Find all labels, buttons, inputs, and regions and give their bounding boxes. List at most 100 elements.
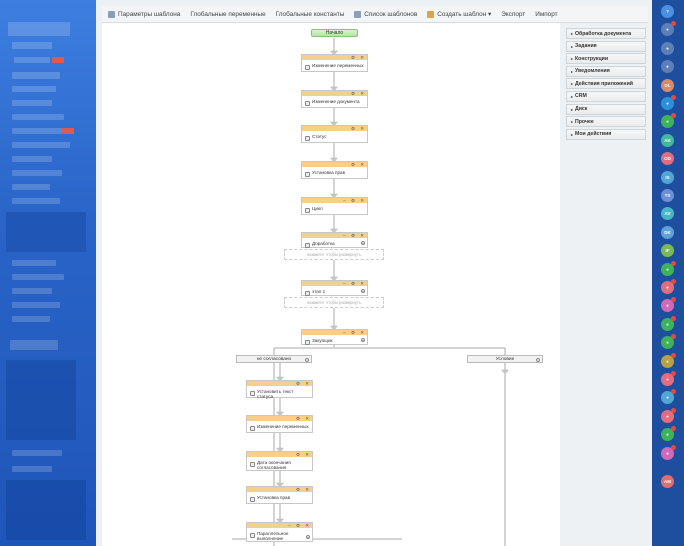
block-controls-icon[interactable]: ⚙ ✕ xyxy=(296,487,311,493)
start-node[interactable]: Начало xyxy=(311,29,358,37)
rail-avatar-10[interactable]: TS xyxy=(661,189,674,202)
block-controls-icon[interactable]: ⚙ ✕ xyxy=(351,91,366,97)
rail-avatar-18[interactable]: ● xyxy=(661,334,676,350)
toolbar-item-6[interactable]: Импорт xyxy=(535,11,557,18)
rail-avatar-1[interactable]: ● xyxy=(661,21,676,37)
workflow-block[interactable]: ⚙ ✕ Дата окончания согласования xyxy=(246,451,313,471)
workflow-block[interactable]: – ⚙ ✕ этап 1 + xyxy=(301,280,368,296)
workflow-block[interactable]: – ⚙ ✕ Доработка + xyxy=(301,232,368,248)
rail-avatar-23[interactable]: ● xyxy=(661,426,676,442)
condition-branch-1[interactable]: Условие xyxy=(467,355,543,363)
rail-avatar-21[interactable]: ● xyxy=(661,389,676,405)
rail-avatar-2[interactable]: ● xyxy=(661,41,674,55)
notification-badge xyxy=(671,426,676,432)
palette-group-7[interactable]: ▸ Прочее xyxy=(566,116,646,128)
rail-avatar-6[interactable]: ● xyxy=(661,113,676,129)
palette-group-4[interactable]: ▸ Действия приложений xyxy=(566,78,646,90)
activity-icon xyxy=(250,426,255,431)
rail-avatar-15[interactable]: ● xyxy=(661,279,676,294)
rail-avatar-0[interactable]: ? xyxy=(661,5,674,18)
rail-avatar-25[interactable]: AM xyxy=(661,475,674,488)
workflow-block[interactable]: ⚙ ✕ Изменение переменных xyxy=(301,54,368,72)
block-header: – ⚙ ✕ xyxy=(302,281,367,286)
toolbar-item-3[interactable]: Список шаблонов xyxy=(354,10,417,18)
block-controls-icon[interactable]: ⚙ ✕ xyxy=(351,126,366,132)
block-controls-icon[interactable]: – ⚙ ✕ xyxy=(343,330,366,336)
block-controls-icon[interactable]: ⚙ ✕ xyxy=(296,452,311,458)
block-controls-icon[interactable]: ⚙ ✕ xyxy=(351,55,366,61)
rail-avatar-8[interactable]: OD xyxy=(661,152,674,166)
rail-avatar-7[interactable]: AK xyxy=(661,133,674,147)
block-title: Доработка xyxy=(312,241,335,246)
toolbar-item-label: Экспорт xyxy=(501,10,526,18)
block-body: Установка прав xyxy=(302,167,367,179)
workflow-block[interactable]: ⚙ ✕ Установка прав xyxy=(246,486,313,504)
workflow-block[interactable]: ⚙ ✕ Установка прав xyxy=(301,161,368,179)
rail-avatar-20[interactable]: ● xyxy=(661,371,676,386)
notification-badge xyxy=(671,352,676,358)
rail-avatar-22[interactable]: ● xyxy=(661,407,676,423)
rail-avatar-16[interactable]: ● xyxy=(661,297,676,313)
block-controls-icon[interactable]: ⚙ ✕ xyxy=(296,416,311,422)
workflow-block[interactable]: ⚙ ✕ Изменение документа xyxy=(301,90,368,108)
toolbar-item-1[interactable]: Глобальные переменные xyxy=(190,11,265,18)
rail-avatar-4[interactable]: DL xyxy=(661,78,674,92)
expand-icon[interactable]: + xyxy=(306,535,310,539)
toolbar-item-0[interactable]: Параметры шаблона xyxy=(108,10,180,18)
palette-group-label: Прочее xyxy=(575,118,594,125)
expand-hint[interactable]: нажмите, чтобы развернуть xyxy=(284,297,384,308)
rail-avatar-24[interactable]: ● xyxy=(661,444,676,460)
toolbar-item-4[interactable]: Создать шаблон ▾ xyxy=(427,10,491,18)
palette-group-2[interactable]: ▸ Конструкции xyxy=(566,53,646,65)
palette-group-0[interactable]: ▸ Обработка документа xyxy=(566,28,646,39)
palette-group-5[interactable]: ▸ CRM xyxy=(566,90,646,102)
palette-group-1[interactable]: ▸ Задания xyxy=(566,40,646,52)
workflow-block[interactable]: ⚙ ✕ Статус xyxy=(301,125,368,143)
workflow-block[interactable]: – ⚙ ✕ Параллельное выполнение + xyxy=(246,522,313,542)
rail-avatar-19[interactable]: ● xyxy=(661,352,676,368)
expand-icon[interactable]: + xyxy=(361,338,365,342)
palette-group-label: Диск xyxy=(575,106,588,113)
block-controls-icon[interactable]: ⚙ ✕ xyxy=(296,381,311,387)
toolbar-item-5[interactable]: Экспорт xyxy=(501,11,525,18)
rail-avatar-17[interactable]: ● xyxy=(661,315,676,331)
workflow-block[interactable]: – ⚙ ✕ Закупщик + xyxy=(301,329,368,345)
condition-branch-0[interactable]: не согласовано xyxy=(236,355,312,363)
workflow-block[interactable]: ⚙ ✕ Установить текст статуса xyxy=(246,380,313,399)
block-controls-icon[interactable]: – ⚙ ✕ xyxy=(343,281,366,287)
workflow-block[interactable]: ⚙ ✕ Изменение переменных xyxy=(246,415,313,433)
block-title: Статус xyxy=(312,134,327,139)
rail-avatar-13[interactable]: IF xyxy=(661,244,674,258)
block-title: Дата окончания согласования xyxy=(257,460,291,470)
expand-icon[interactable]: + xyxy=(361,241,365,245)
block-controls-icon[interactable]: ⚙ ✕ xyxy=(351,162,366,168)
expand-icon[interactable]: + xyxy=(361,289,365,293)
rail-avatar-12[interactable]: DK xyxy=(661,225,674,239)
palette-group-label: Действия приложений xyxy=(575,80,633,87)
workflow-block[interactable]: – ⚙ ✕ Цикл xyxy=(301,197,368,215)
block-controls-icon[interactable]: – ⚙ ✕ xyxy=(343,233,366,239)
rail-avatar-9[interactable]: IS xyxy=(661,170,674,184)
rail-avatar-3[interactable]: ● xyxy=(661,60,674,74)
block-header: ⚙ ✕ xyxy=(302,55,367,60)
add-icon[interactable] xyxy=(305,357,309,362)
add-icon[interactable] xyxy=(536,357,540,362)
block-controls-icon[interactable]: – ⚙ ✕ xyxy=(288,523,311,529)
expand-hint[interactable]: нажмите, чтобы развернуть xyxy=(284,249,384,260)
chevron-right-icon: ▸ xyxy=(571,43,574,49)
user-icon: ● xyxy=(666,395,669,401)
rail-avatar-11[interactable]: AV xyxy=(661,207,674,221)
palette-group-8[interactable]: ▸ Мои действия xyxy=(566,128,646,140)
workflow-canvas[interactable]: Начало ⚙ ✕ Изменение переменных ⚙ ✕ Изменени… xyxy=(102,23,560,546)
block-controls-icon[interactable]: – ⚙ ✕ xyxy=(343,198,366,204)
activity-icon xyxy=(305,101,310,106)
avatar-initials: OD xyxy=(664,156,671,162)
rail-avatar-5[interactable]: ● xyxy=(661,95,676,110)
toolbar-item-2[interactable]: Глобальные константы xyxy=(276,11,345,18)
palette-group-6[interactable]: ▸ Диск xyxy=(566,103,646,115)
chevron-right-icon: ▸ xyxy=(571,119,574,125)
rail-avatar-14[interactable]: ● xyxy=(661,260,676,276)
block-body: Изменение переменных xyxy=(302,60,367,72)
palette-group-3[interactable]: ▸ Уведомления xyxy=(566,65,646,77)
chevron-right-icon: ▸ xyxy=(571,56,574,62)
